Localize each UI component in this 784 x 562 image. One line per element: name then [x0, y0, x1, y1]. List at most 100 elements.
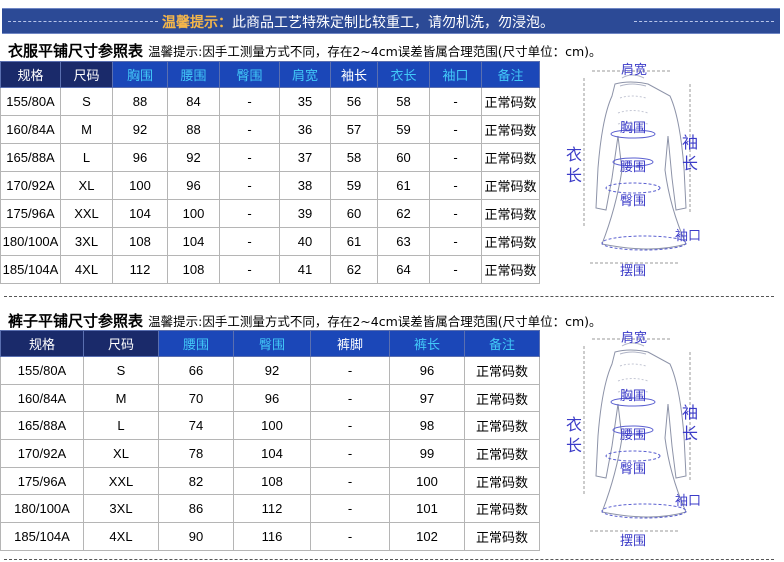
cell-spec: 185/104A	[0, 522, 84, 551]
cell-c3: 112	[233, 494, 311, 524]
table-row: 185/104A 4XL 90 116-102 正常码数	[0, 522, 540, 551]
cell-c5: 39	[279, 199, 331, 228]
header-chest: 胸围	[112, 61, 168, 88]
cell-c6: 正常码数	[464, 439, 540, 468]
cell-c4: -	[219, 87, 280, 116]
label-waist: 腰围	[620, 428, 646, 443]
cell-c8: -	[429, 255, 482, 284]
cell-size: L	[83, 411, 159, 441]
banner-dash-left	[8, 21, 158, 22]
header-spec: 规格	[0, 61, 61, 88]
cell-c3: 100	[167, 199, 220, 228]
cell-c5: 100	[389, 466, 465, 496]
cell-c2: 70	[158, 383, 234, 413]
label-shoulder: 肩宽	[621, 330, 647, 346]
cell-spec: 155/80A	[0, 87, 61, 116]
label-shoulder: 肩宽	[621, 62, 647, 78]
top-note: 温馨提示:因手工测量方式不同，存在2~4cm误差皆属合理范围(尺寸单位：cm)。	[148, 44, 602, 59]
label-hip: 臀围	[620, 194, 646, 209]
cell-c5: 97	[389, 383, 465, 413]
table-row: 170/92A XL 78 104-99 正常码数	[0, 439, 540, 468]
label-cuff: 袖口	[675, 494, 701, 509]
cell-c5: 99	[389, 439, 465, 468]
cell-c7: 59	[377, 115, 430, 144]
table-row: 155/80A S 66 92-96 正常码数	[0, 356, 540, 385]
cell-c5: 41	[279, 255, 331, 284]
cell-c6: 正常码数	[464, 411, 540, 441]
cell-c3: 100	[233, 411, 311, 441]
cell-c8: -	[429, 143, 482, 172]
table-row: 165/88A L 96 92-37 58 60- 正常码数	[0, 143, 540, 172]
cell-c5: 96	[389, 356, 465, 385]
cell-c2: 96	[112, 143, 168, 172]
cell-c7: 64	[377, 255, 430, 284]
label-sleeve-char1: 袖	[682, 133, 698, 152]
cell-c6: 61	[330, 227, 378, 256]
cell-c9: 正常码数	[481, 199, 540, 228]
header-remark: 备注	[481, 61, 540, 88]
cell-c2: 82	[158, 466, 234, 496]
cell-c4: -	[219, 171, 280, 200]
label-length-char1: 衣	[566, 415, 582, 434]
cell-c2: 88	[112, 87, 168, 116]
table-row: 155/80A S 88 84-35 56 58- 正常码数	[0, 87, 540, 116]
banner-message: 此商品工艺特殊定制比较重工，请勿机洗，勿浸泡。	[232, 15, 554, 31]
table-header-row: 规格 尺码 腰围 臀围 裤脚 裤长 备注	[0, 330, 540, 357]
banner-dash-right	[634, 21, 774, 22]
table-row: 180/100A 3XL 108 104-40 61 63- 正常码数	[0, 227, 540, 256]
cell-c4: -	[310, 522, 390, 551]
cell-spec: 180/100A	[0, 227, 61, 256]
header-shoulder: 肩宽	[279, 61, 331, 88]
cell-size: 4XL	[83, 522, 159, 551]
cell-c4: -	[310, 383, 390, 413]
dress-diagram-bottom: 肩宽 胸围 腰围 臀围 摆围 袖口 衣 长 袖 长	[566, 330, 701, 549]
cell-c9: 正常码数	[481, 115, 540, 144]
cell-c3: 108	[233, 466, 311, 496]
cell-c5: 98	[389, 411, 465, 441]
label-hem: 摆围	[620, 264, 646, 279]
cell-c9: 正常码数	[481, 255, 540, 284]
bottom-divider	[4, 559, 774, 560]
cell-spec: 165/88A	[0, 143, 61, 172]
cell-c7: 61	[377, 171, 430, 200]
cell-size: 4XL	[60, 255, 113, 284]
cell-c6: 57	[330, 115, 378, 144]
cell-spec: 180/100A	[0, 494, 84, 524]
table-row: 160/84A M 92 88-36 57 59- 正常码数	[0, 115, 540, 144]
cell-c8: -	[429, 171, 482, 200]
cell-c5: 101	[389, 494, 465, 524]
cell-spec: 160/84A	[0, 115, 61, 144]
header-hip: 臀围	[233, 330, 311, 357]
cell-spec: 185/104A	[0, 255, 61, 284]
label-chest: 胸围	[620, 121, 646, 136]
cell-size: XL	[83, 439, 159, 468]
section-divider	[4, 296, 774, 297]
cell-c6: 正常码数	[464, 383, 540, 413]
bottom-section-title: 裤子平铺尺寸参照表 温馨提示:因手工测量方式不同，存在2~4cm误差皆属合理范围…	[8, 310, 602, 331]
pants-size-table: 规格 尺码 腰围 臀围 裤脚 裤长 备注 155/80A S 66 92-96 正常码数…	[0, 330, 540, 551]
cell-c9: 正常码数	[481, 87, 540, 116]
label-length-char1: 衣	[566, 145, 582, 164]
banner-text: 温馨提示：此商品工艺特殊定制比较重工，请勿机洗，勿浸泡。	[162, 12, 554, 32]
header-hem: 裤脚	[310, 330, 390, 357]
cell-c9: 正常码数	[481, 227, 540, 256]
label-waist: 腰围	[620, 160, 646, 175]
bottom-title: 裤子平铺尺寸参照表	[8, 312, 144, 330]
cell-c5: 40	[279, 227, 331, 256]
cell-c8: -	[429, 115, 482, 144]
label-cuff: 袖口	[675, 229, 701, 244]
cell-size: XXL	[83, 466, 159, 496]
label-sleeve-char2: 长	[682, 154, 698, 173]
label-length-char2: 长	[566, 166, 582, 185]
table-row: 170/92A XL 100 96-38 59 61- 正常码数	[0, 171, 540, 200]
cell-c4: -	[310, 356, 390, 385]
cell-c3: 96	[233, 383, 311, 413]
cell-c2: 100	[112, 171, 168, 200]
cell-c4: -	[310, 494, 390, 524]
table-row: 185/104A 4XL 112 108-41 62 64- 正常码数	[0, 255, 540, 284]
dress-diagram-top: 肩宽 胸围 腰围 臀围 摆围 袖口 衣 长 袖 长	[566, 62, 701, 279]
cell-size: M	[60, 115, 113, 144]
cell-c2: 92	[112, 115, 168, 144]
cell-c5: 36	[279, 115, 331, 144]
cell-c4: -	[310, 411, 390, 441]
